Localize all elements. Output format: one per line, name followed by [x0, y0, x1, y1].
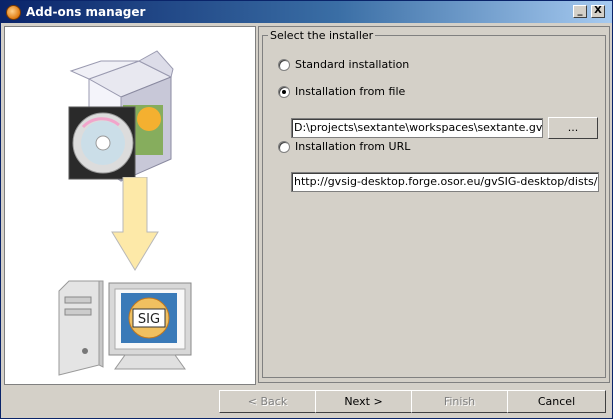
installer-group: Select the installer Standard installati… — [262, 29, 606, 378]
add-ons-manager-window: Add-ons manager _ X SIG Select the insta… — [0, 0, 613, 419]
minimize-button[interactable]: _ — [573, 5, 587, 18]
radio-label: Installation from URL — [295, 140, 411, 153]
radio-label: Installation from file — [295, 85, 406, 98]
next-button[interactable]: Next > — [315, 390, 412, 413]
radio-button[interactable] — [278, 58, 290, 71]
software-box-icon — [68, 50, 174, 182]
radio-standard-installation[interactable]: Standard installation — [278, 58, 409, 71]
navigation-bar: < Back Next > Finish Cancel — [1, 385, 612, 418]
gvsig-app-icon — [6, 5, 21, 20]
installer-panel: Select the installer Standard installati… — [258, 26, 610, 383]
group-title: Select the installer — [268, 29, 376, 42]
radio-installation-from-file[interactable]: Installation from file — [278, 85, 405, 98]
finish-button[interactable]: Finish — [411, 390, 508, 413]
window-title: Add-ons manager — [26, 5, 146, 19]
minimize-icon: _ — [577, 5, 583, 16]
arrow-down-icon — [111, 177, 159, 271]
back-button[interactable]: < Back — [219, 390, 316, 413]
radio-label: Standard installation — [295, 58, 410, 71]
url-input[interactable]: http://gvsig-desktop.forge.osor.eu/gvSIG… — [291, 172, 599, 192]
close-icon: X — [594, 5, 602, 16]
radio-button[interactable] — [278, 85, 290, 98]
illustration-panel: SIG — [4, 26, 256, 385]
radio-button[interactable] — [278, 140, 290, 153]
sig-logo-text: SIG — [138, 312, 160, 327]
browse-button[interactable]: ... — [548, 117, 598, 139]
close-button[interactable]: X — [591, 5, 605, 18]
title-bar: Add-ons manager _ X — [1, 1, 612, 23]
file-path-input[interactable]: D:\projects\sextante\workspaces\sextante… — [291, 118, 543, 138]
cancel-button[interactable]: Cancel — [507, 390, 606, 413]
radio-installation-from-url[interactable]: Installation from URL — [278, 140, 410, 153]
computer-icon: SIG — [58, 280, 192, 376]
